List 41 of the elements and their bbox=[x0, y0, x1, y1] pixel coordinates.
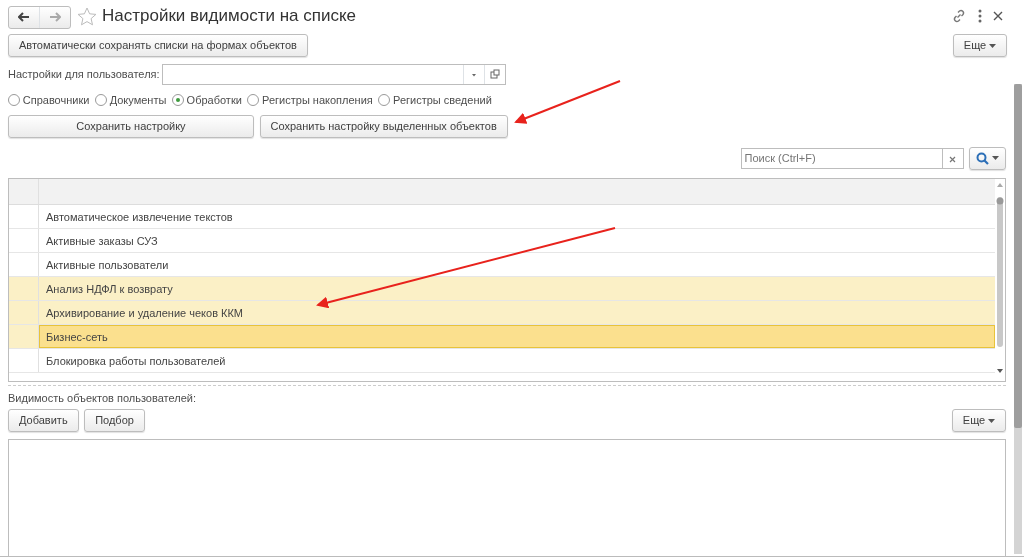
auto-save-button[interactable]: Автоматически сохранять списки на формах объектов bbox=[8, 34, 308, 57]
radio-option[interactable]: Обработки bbox=[171, 92, 242, 109]
table-row[interactable]: Активные заказы СУЗ bbox=[9, 228, 995, 253]
page-scrollbar[interactable] bbox=[1014, 84, 1022, 554]
table-cell-text: Активные заказы СУЗ bbox=[45, 233, 159, 249]
clear-icon[interactable] bbox=[942, 147, 964, 169]
table-row[interactable]: Архивирование и удаление чеков ККМ bbox=[9, 300, 995, 325]
table-cell-text: Активные пользователи bbox=[45, 257, 170, 273]
search-button[interactable] bbox=[969, 146, 1006, 170]
radio-option[interactable]: Регистры сведений bbox=[378, 92, 492, 109]
table-cell-text: Архивирование и удаление чеков ККМ bbox=[45, 305, 244, 321]
table-row[interactable]: Блокировка работы пользователей bbox=[9, 348, 995, 373]
field-label: Настройки для пользователя: bbox=[8, 67, 160, 83]
table-cell-text: Блокировка работы пользователей bbox=[45, 353, 227, 369]
star-icon[interactable] bbox=[76, 6, 97, 26]
close-icon[interactable] bbox=[993, 11, 1004, 21]
user-field[interactable] bbox=[162, 64, 507, 85]
save-button[interactable]: Сохранить настройку выделенных объектов bbox=[259, 114, 508, 138]
section-label: Видимость объектов пользователей: bbox=[8, 390, 197, 406]
table-cell-text: Анализ НДФЛ к возврату bbox=[45, 281, 174, 297]
search-field[interactable]: Поиск (Ctrl+F) bbox=[740, 147, 943, 169]
save-button[interactable]: Сохранить настройку bbox=[8, 114, 254, 138]
back-arrow-icon bbox=[18, 12, 30, 23]
forward-arrow-icon bbox=[49, 12, 61, 23]
more-button[interactable]: Еще bbox=[952, 34, 1007, 57]
window-title: Настройки видимости на списке bbox=[102, 5, 357, 28]
radio-option[interactable]: Справочники bbox=[8, 92, 90, 109]
radio-option[interactable]: Регистры накопления bbox=[247, 92, 373, 109]
radio-option[interactable]: Документы bbox=[94, 92, 167, 109]
table-row[interactable]: Автоматическое извлечение текстов bbox=[9, 204, 995, 229]
caret-icon bbox=[988, 418, 995, 423]
table-row[interactable]: Анализ НДФЛ к возврату bbox=[9, 276, 995, 301]
more-options-icon[interactable] bbox=[978, 9, 983, 23]
toolbar-button[interactable]: Подбор bbox=[84, 409, 145, 432]
caret-icon bbox=[992, 156, 999, 160]
caret-icon bbox=[989, 43, 996, 48]
table-row[interactable]: Активные пользователи bbox=[9, 252, 995, 277]
toolbar-button[interactable]: Добавить bbox=[8, 409, 79, 432]
search-icon bbox=[976, 151, 990, 165]
table-cell-text: Автоматическое извлечение текстов bbox=[45, 209, 234, 225]
more-button[interactable]: Еще bbox=[951, 409, 1006, 432]
